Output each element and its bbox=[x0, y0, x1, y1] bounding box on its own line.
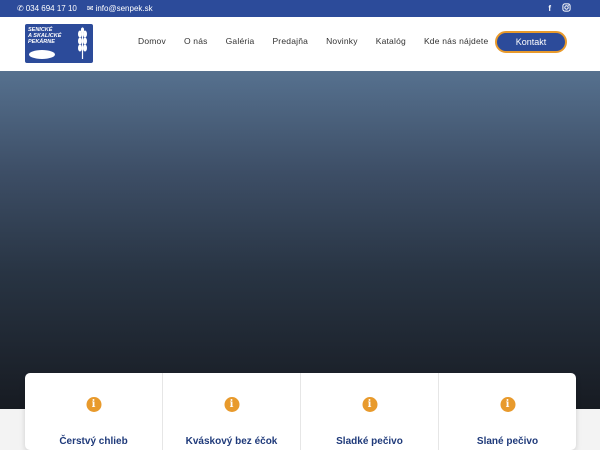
phone-number: 034 694 17 10 bbox=[25, 4, 77, 13]
feature-card[interactable]: i Čerstvý chlieb bbox=[25, 373, 163, 450]
feature-card-title: Sladké pečivo bbox=[336, 436, 403, 447]
feature-card[interactable]: i Kváskový bez éčok bbox=[163, 373, 301, 450]
nav-item-o-nas[interactable]: O nás bbox=[184, 36, 208, 46]
feature-card-title: Čerstvý chlieb bbox=[59, 436, 128, 447]
top-bar: ✆ 034 694 17 10 ✉ info@senpek.sk f bbox=[0, 0, 600, 17]
social-links: f bbox=[548, 3, 571, 14]
feature-card-title: Kváskový bez éčok bbox=[185, 436, 278, 447]
logo-bread-shape bbox=[29, 50, 55, 59]
nav-item-predajna[interactable]: Predajňa bbox=[272, 36, 308, 46]
envelope-icon: ✉ bbox=[86, 4, 94, 13]
info-icon: i bbox=[224, 397, 239, 412]
instagram-icon[interactable] bbox=[562, 3, 571, 14]
site-logo[interactable]: SENICKÉ A SKALICKÉ PEKÁRNE bbox=[25, 24, 93, 63]
feature-card[interactable]: i Sladké pečivo bbox=[301, 373, 439, 450]
nav-item-novinky[interactable]: Novinky bbox=[326, 36, 358, 46]
feature-cards: i Čerstvý chlieb i Kváskový bez éčok i S… bbox=[25, 373, 576, 450]
nav-item-kde-nas-najdete[interactable]: Kde nás nájdete bbox=[424, 36, 488, 46]
nav-item-domov[interactable]: Domov bbox=[138, 36, 166, 46]
info-icon: i bbox=[362, 397, 377, 412]
feature-card-title: Slané pečivo bbox=[476, 436, 539, 447]
site-header: SENICKÉ A SKALICKÉ PEKÁRNE Domov O nás G… bbox=[0, 17, 600, 71]
nav-item-galeria[interactable]: Galéria bbox=[226, 36, 255, 46]
kontakt-button[interactable]: Kontakt bbox=[495, 31, 567, 53]
nav-item-katalog[interactable]: Katalóg bbox=[376, 36, 406, 46]
facebook-icon[interactable]: f bbox=[548, 4, 551, 13]
logo-text: SENICKÉ A SKALICKÉ PEKÁRNE bbox=[28, 27, 62, 45]
feature-card[interactable]: i Slané pečivo bbox=[439, 373, 576, 450]
info-icon: i bbox=[86, 397, 101, 412]
email-address: info@senpek.sk bbox=[95, 4, 153, 13]
main-nav: Domov O nás Galéria Predajňa Novinky Kat… bbox=[138, 36, 488, 46]
wheat-icon bbox=[78, 27, 87, 59]
email-link[interactable]: ✉ info@senpek.sk bbox=[87, 4, 153, 13]
contact-info: ✆ 034 694 17 10 ✉ info@senpek.sk bbox=[17, 4, 153, 13]
info-icon: i bbox=[500, 397, 515, 412]
phone-link[interactable]: ✆ 034 694 17 10 bbox=[17, 4, 77, 13]
phone-icon: ✆ bbox=[17, 4, 24, 13]
hero-banner bbox=[0, 71, 600, 409]
